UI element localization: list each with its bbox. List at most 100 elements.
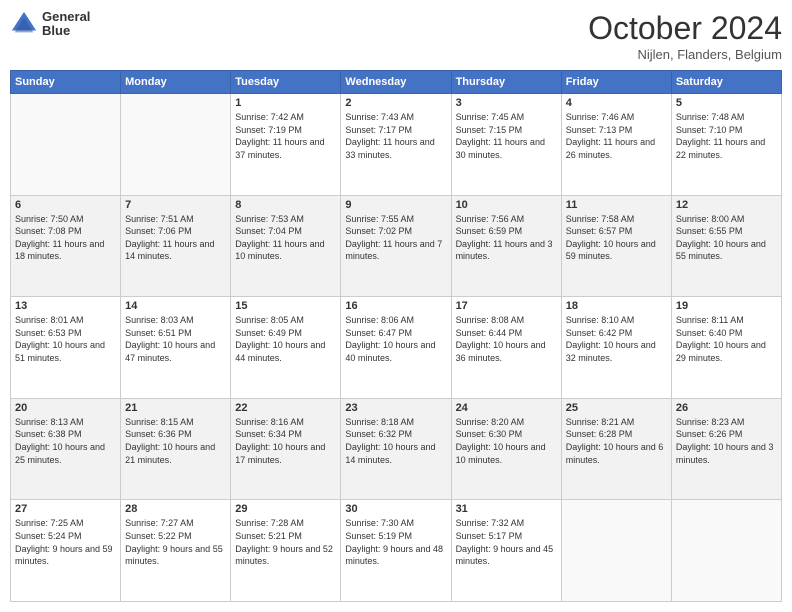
calendar-week-3: 13Sunrise: 8:01 AM Sunset: 6:53 PM Dayli… xyxy=(11,297,782,399)
day-header-friday: Friday xyxy=(561,71,671,94)
title-section: October 2024 Nijlen, Flanders, Belgium xyxy=(588,10,782,62)
calendar-cell: 11 Sunrise: 7:58 AM Sunset: 6:57 PM Dayli… xyxy=(561,195,671,297)
day-number: 14 xyxy=(125,300,226,312)
day-info: Sunrise: 8:15 AM Sunset: 6:36 PM Dayligh… xyxy=(125,416,226,466)
day-number: 21 xyxy=(125,402,226,414)
day-number: 24 xyxy=(456,402,557,414)
calendar-cell: 25 Sunrise: 8:21 AM Sunset: 6:28 PM Dayli… xyxy=(561,398,671,500)
calendar-page: General Blue October 2024 Nijlen, Flande… xyxy=(0,0,792,612)
day-number: 16 xyxy=(345,300,446,312)
day-info: Sunrise: 8:21 AM Sunset: 6:28 PM Dayligh… xyxy=(566,416,667,466)
day-info: Sunrise: 7:48 AM Sunset: 7:10 PM Dayligh… xyxy=(676,111,777,161)
calendar-cell: 5 Sunrise: 7:48 AM Sunset: 7:10 PM Daylig… xyxy=(671,94,781,196)
day-info: Sunrise: 8:00 AM Sunset: 6:55 PM Dayligh… xyxy=(676,213,777,263)
day-info: Sunrise: 8:11 AM Sunset: 6:40 PM Dayligh… xyxy=(676,314,777,364)
day-info: Sunrise: 8:20 AM Sunset: 6:30 PM Dayligh… xyxy=(456,416,557,466)
logo-line2: Blue xyxy=(42,24,90,38)
calendar-cell: 29Sunrise: 7:28 AM Sunset: 5:21 PM Dayli… xyxy=(231,500,341,602)
calendar-cell: 22Sunrise: 8:16 AM Sunset: 6:34 PM Dayli… xyxy=(231,398,341,500)
calendar-cell: 8 Sunrise: 7:53 AM Sunset: 7:04 PM Daylig… xyxy=(231,195,341,297)
logo-icon xyxy=(10,10,38,38)
day-info: Sunrise: 7:28 AM Sunset: 5:21 PM Dayligh… xyxy=(235,517,336,567)
calendar-cell xyxy=(11,94,121,196)
day-info: Sunrise: 7:51 AM Sunset: 7:06 PM Dayligh… xyxy=(125,213,226,263)
day-info: Sunrise: 7:32 AM Sunset: 5:17 PM Dayligh… xyxy=(456,517,557,567)
day-info: Sunrise: 7:56 AM Sunset: 6:59 PM Dayligh… xyxy=(456,213,557,263)
location: Nijlen, Flanders, Belgium xyxy=(588,47,782,62)
calendar-cell: 12 Sunrise: 8:00 AM Sunset: 6:55 PM Dayli… xyxy=(671,195,781,297)
day-number: 10 xyxy=(456,199,557,211)
day-info: Sunrise: 7:42 AM Sunset: 7:19 PM Dayligh… xyxy=(235,111,336,161)
day-number: 18 xyxy=(566,300,667,312)
calendar-header-row: SundayMondayTuesdayWednesdayThursdayFrid… xyxy=(11,71,782,94)
day-number: 7 xyxy=(125,199,226,211)
day-info: Sunrise: 7:25 AM Sunset: 5:24 PM Dayligh… xyxy=(15,517,116,567)
calendar-table: SundayMondayTuesdayWednesdayThursdayFrid… xyxy=(10,70,782,602)
day-number: 22 xyxy=(235,402,336,414)
day-info: Sunrise: 7:43 AM Sunset: 7:17 PM Dayligh… xyxy=(345,111,446,161)
calendar-cell: 13Sunrise: 8:01 AM Sunset: 6:53 PM Dayli… xyxy=(11,297,121,399)
day-info: Sunrise: 8:06 AM Sunset: 6:47 PM Dayligh… xyxy=(345,314,446,364)
calendar-cell: 31 Sunrise: 7:32 AM Sunset: 5:17 PM Dayli… xyxy=(451,500,561,602)
calendar-cell: 1 Sunrise: 7:42 AM Sunset: 7:19 PM Daylig… xyxy=(231,94,341,196)
calendar-cell: 28 Sunrise: 7:27 AM Sunset: 5:22 PM Dayli… xyxy=(121,500,231,602)
day-info: Sunrise: 8:18 AM Sunset: 6:32 PM Dayligh… xyxy=(345,416,446,466)
day-number: 2 xyxy=(345,97,446,109)
day-info: Sunrise: 8:23 AM Sunset: 6:26 PM Dayligh… xyxy=(676,416,777,466)
day-info: Sunrise: 8:13 AM Sunset: 6:38 PM Dayligh… xyxy=(15,416,116,466)
day-header-saturday: Saturday xyxy=(671,71,781,94)
calendar-cell: 26 Sunrise: 8:23 AM Sunset: 6:26 PM Dayli… xyxy=(671,398,781,500)
day-number: 31 xyxy=(456,503,557,515)
day-number: 26 xyxy=(676,402,777,414)
day-number: 5 xyxy=(676,97,777,109)
calendar-cell: 10 Sunrise: 7:56 AM Sunset: 6:59 PM Dayli… xyxy=(451,195,561,297)
calendar-cell xyxy=(561,500,671,602)
day-number: 27 xyxy=(15,503,116,515)
day-header-wednesday: Wednesday xyxy=(341,71,451,94)
day-number: 11 xyxy=(566,199,667,211)
day-number: 28 xyxy=(125,503,226,515)
day-number: 23 xyxy=(345,402,446,414)
calendar-week-4: 20 Sunrise: 8:13 AM Sunset: 6:38 PM Dayli… xyxy=(11,398,782,500)
day-info: Sunrise: 7:27 AM Sunset: 5:22 PM Dayligh… xyxy=(125,517,226,567)
day-number: 1 xyxy=(235,97,336,109)
day-header-monday: Monday xyxy=(121,71,231,94)
calendar-cell: 21 Sunrise: 8:15 AM Sunset: 6:36 PM Dayli… xyxy=(121,398,231,500)
day-number: 19 xyxy=(676,300,777,312)
calendar-cell: 23 Sunrise: 8:18 AM Sunset: 6:32 PM Dayli… xyxy=(341,398,451,500)
day-header-sunday: Sunday xyxy=(11,71,121,94)
day-info: Sunrise: 8:10 AM Sunset: 6:42 PM Dayligh… xyxy=(566,314,667,364)
day-header-tuesday: Tuesday xyxy=(231,71,341,94)
calendar-cell xyxy=(671,500,781,602)
day-info: Sunrise: 7:58 AM Sunset: 6:57 PM Dayligh… xyxy=(566,213,667,263)
day-number: 20 xyxy=(15,402,116,414)
calendar-week-1: 1 Sunrise: 7:42 AM Sunset: 7:19 PM Daylig… xyxy=(11,94,782,196)
day-number: 13 xyxy=(15,300,116,312)
month-title: October 2024 xyxy=(588,10,782,47)
day-number: 8 xyxy=(235,199,336,211)
day-info: Sunrise: 7:55 AM Sunset: 7:02 PM Dayligh… xyxy=(345,213,446,263)
calendar-cell: 19 Sunrise: 8:11 AM Sunset: 6:40 PM Dayli… xyxy=(671,297,781,399)
calendar-week-5: 27 Sunrise: 7:25 AM Sunset: 5:24 PM Dayli… xyxy=(11,500,782,602)
day-info: Sunrise: 8:03 AM Sunset: 6:51 PM Dayligh… xyxy=(125,314,226,364)
day-number: 30 xyxy=(345,503,446,515)
day-number: 9 xyxy=(345,199,446,211)
calendar-cell: 27 Sunrise: 7:25 AM Sunset: 5:24 PM Dayli… xyxy=(11,500,121,602)
day-info: Sunrise: 7:53 AM Sunset: 7:04 PM Dayligh… xyxy=(235,213,336,263)
calendar-cell: 2 Sunrise: 7:43 AM Sunset: 7:17 PM Daylig… xyxy=(341,94,451,196)
day-number: 12 xyxy=(676,199,777,211)
calendar-cell: 24 Sunrise: 8:20 AM Sunset: 6:30 PM Dayli… xyxy=(451,398,561,500)
logo-line1: General xyxy=(42,10,90,24)
calendar-cell: 7 Sunrise: 7:51 AM Sunset: 7:06 PM Daylig… xyxy=(121,195,231,297)
logo-text: General Blue xyxy=(42,10,90,39)
day-info: Sunrise: 8:08 AM Sunset: 6:44 PM Dayligh… xyxy=(456,314,557,364)
day-number: 17 xyxy=(456,300,557,312)
day-info: Sunrise: 7:46 AM Sunset: 7:13 PM Dayligh… xyxy=(566,111,667,161)
day-number: 25 xyxy=(566,402,667,414)
calendar-cell: 4Sunrise: 7:46 AM Sunset: 7:13 PM Daylig… xyxy=(561,94,671,196)
day-number: 6 xyxy=(15,199,116,211)
day-number: 15 xyxy=(235,300,336,312)
logo: General Blue xyxy=(10,10,90,39)
calendar-cell: 3Sunrise: 7:45 AM Sunset: 7:15 PM Daylig… xyxy=(451,94,561,196)
calendar-cell: 16 Sunrise: 8:06 AM Sunset: 6:47 PM Dayli… xyxy=(341,297,451,399)
